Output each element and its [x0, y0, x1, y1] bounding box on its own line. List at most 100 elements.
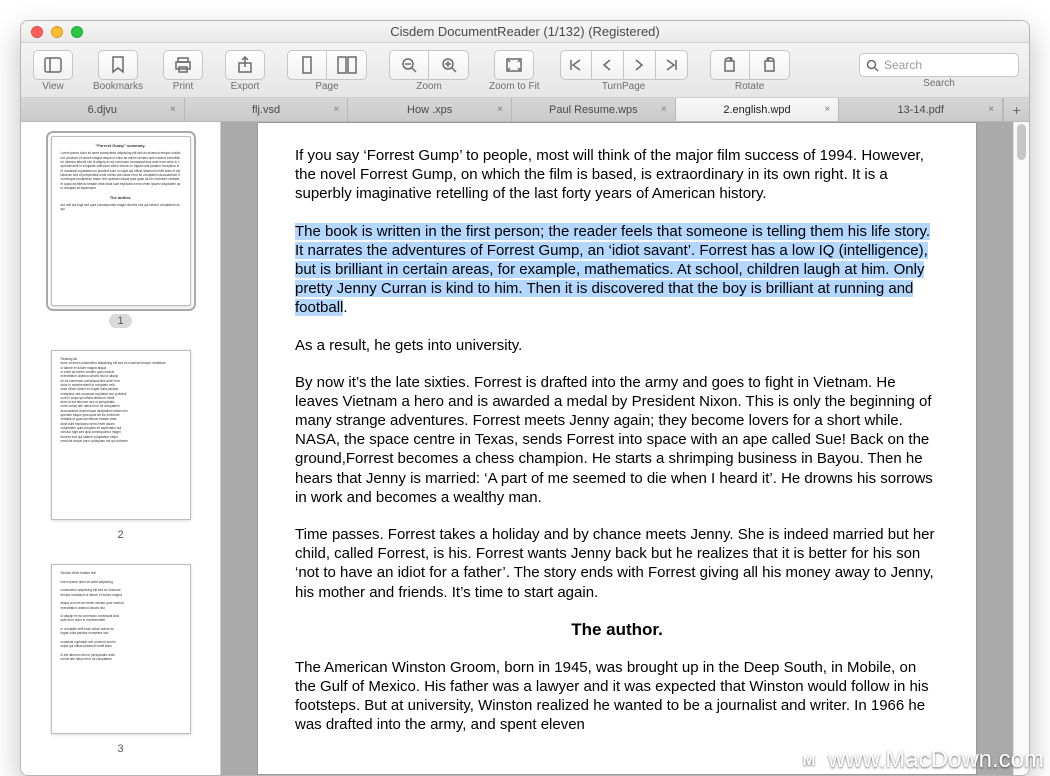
- export-label: Export: [231, 81, 260, 92]
- thumbnail-page-3[interactable]: Section three header textlorem ipsum dol…: [51, 564, 191, 734]
- view-group: View: [31, 50, 75, 92]
- window-title: Cisdem DocumentReader (1/132) (Registere…: [21, 24, 1029, 39]
- thumbnail-item[interactable]: Section three header textlorem ipsum dol…: [21, 564, 220, 756]
- close-tab-icon[interactable]: ×: [661, 104, 667, 115]
- thumbnail-page-2[interactable]: Reading listdolor sit amet consectetur a…: [51, 350, 191, 520]
- paragraph-4: By now it’s the late sixties. Forrest is…: [295, 373, 939, 507]
- selected-text: The book is written in the first person;…: [295, 223, 930, 317]
- page-single-button[interactable]: [287, 50, 327, 80]
- double-page-icon: [337, 56, 357, 74]
- zoom-in-button[interactable]: [429, 50, 469, 80]
- search-group: Search Search: [859, 53, 1019, 89]
- bookmarks-group: Bookmarks: [93, 50, 143, 92]
- close-tab-icon[interactable]: ×: [825, 104, 831, 115]
- paragraph-6: The American Winston Groom, born in 1945…: [295, 658, 939, 735]
- search-placeholder: Search: [884, 58, 922, 72]
- zoom-label: Zoom: [416, 81, 442, 92]
- tab-2-english[interactable]: 2.english.wpd ×: [676, 98, 840, 121]
- rotate-right-icon: [760, 57, 778, 73]
- last-page-icon: [664, 58, 678, 72]
- close-tab-icon[interactable]: ×: [334, 104, 340, 115]
- bookmark-icon: [111, 56, 125, 74]
- zoom-out-icon: [400, 56, 418, 74]
- thumbnail-item[interactable]: Reading listdolor sit amet consectetur a…: [21, 350, 220, 542]
- print-icon: [174, 57, 192, 73]
- thumbnail-item[interactable]: "Forrest Gump" summary.Lorem ipsum dolor…: [21, 136, 220, 328]
- tab-label: flj.vsd: [252, 104, 280, 116]
- turnpage-label: TurnPage: [602, 81, 646, 92]
- paragraph-2: The book is written in the first person;…: [295, 222, 939, 318]
- tab-flj-vsd[interactable]: flj.vsd ×: [185, 98, 349, 121]
- vertical-scrollbar[interactable]: [1013, 122, 1029, 775]
- app-window: Cisdem DocumentReader (1/132) (Registere…: [20, 20, 1030, 776]
- thumbnail-number: 1: [109, 314, 131, 328]
- search-input[interactable]: Search: [859, 53, 1019, 77]
- tab-label: How .xps: [407, 104, 452, 116]
- search-icon: [866, 59, 879, 72]
- zoom-in-icon: [440, 56, 458, 74]
- zoom-group: Zoom: [387, 50, 471, 92]
- toolbar: View Bookmarks Print: [21, 43, 1029, 98]
- thumbnail-page-1[interactable]: "Forrest Gump" summary.Lorem ipsum dolor…: [51, 136, 191, 306]
- search-label: Search: [923, 78, 955, 89]
- document-viewer[interactable]: If you say ‘Forrest Gump’ to people, mos…: [221, 122, 1013, 775]
- next-page-button[interactable]: [624, 50, 656, 80]
- close-tab-icon[interactable]: ×: [170, 104, 176, 115]
- first-page-icon: [569, 58, 583, 72]
- thumbnail-sidebar[interactable]: "Forrest Gump" summary.Lorem ipsum dolor…: [21, 122, 221, 775]
- export-group: Export: [223, 50, 267, 92]
- prev-page-button[interactable]: [592, 50, 624, 80]
- bookmarks-label: Bookmarks: [93, 81, 143, 92]
- sidebar-icon: [44, 57, 62, 73]
- rotate-left-button[interactable]: [710, 50, 750, 80]
- watermark-text: www.MacDown.com: [828, 746, 1044, 774]
- view-label: View: [42, 81, 64, 92]
- thumbnail-number: 2: [109, 528, 131, 542]
- print-label: Print: [173, 81, 194, 92]
- zoom-fit-icon: [505, 57, 523, 73]
- paragraph-3: As a result, he gets into university.: [295, 336, 939, 355]
- tab-label: 6.djvu: [88, 104, 117, 116]
- close-tab-icon[interactable]: ×: [497, 104, 503, 115]
- titlebar: Cisdem DocumentReader (1/132) (Registere…: [21, 21, 1029, 43]
- watermark-logo-icon: M: [796, 747, 822, 773]
- print-group: Print: [161, 50, 205, 92]
- rotate-label: Rotate: [735, 81, 764, 92]
- tab-bar: 6.djvu × flj.vsd × How .xps × Paul Resume.w…: [21, 98, 1029, 122]
- content-area: "Forrest Gump" summary.Lorem ipsum dolor…: [21, 122, 1029, 775]
- turnpage-group: TurnPage: [558, 50, 690, 92]
- export-button[interactable]: [225, 50, 265, 80]
- tab-label: 13-14.pdf: [897, 104, 943, 116]
- rotate-left-icon: [721, 57, 739, 73]
- prev-page-icon: [601, 58, 613, 72]
- rotate-right-button[interactable]: [750, 50, 790, 80]
- tab-label: Paul Resume.wps: [549, 104, 638, 116]
- zoom-fit-group: Zoom to Fit: [489, 50, 540, 92]
- first-page-button[interactable]: [560, 50, 592, 80]
- paragraph-1: If you say ‘Forrest Gump’ to people, mos…: [295, 146, 939, 204]
- new-tab-button[interactable]: +: [1003, 98, 1029, 121]
- tab-6-djvu[interactable]: 6.djvu ×: [21, 98, 185, 121]
- page-label: Page: [315, 81, 338, 92]
- tab-how-xps[interactable]: How .xps ×: [348, 98, 512, 121]
- rotate-group: Rotate: [708, 50, 792, 92]
- tab-13-14-pdf[interactable]: 13-14.pdf ×: [839, 98, 1003, 121]
- bookmarks-button[interactable]: [98, 50, 138, 80]
- heading-author: The author.: [295, 620, 939, 640]
- tab-paul-resume[interactable]: Paul Resume.wps ×: [512, 98, 676, 121]
- print-button[interactable]: [163, 50, 203, 80]
- close-tab-icon[interactable]: ×: [988, 104, 994, 115]
- next-page-icon: [633, 58, 645, 72]
- zoom-fit-label: Zoom to Fit: [489, 81, 540, 92]
- zoom-to-fit-button[interactable]: [494, 50, 534, 80]
- scroll-thumb[interactable]: [1017, 124, 1026, 160]
- view-button[interactable]: [33, 50, 73, 80]
- zoom-out-button[interactable]: [389, 50, 429, 80]
- thumbnail-number: 3: [109, 742, 131, 756]
- last-page-button[interactable]: [656, 50, 688, 80]
- document-page[interactable]: If you say ‘Forrest Gump’ to people, mos…: [257, 122, 977, 775]
- tab-label: 2.english.wpd: [723, 104, 790, 116]
- page-double-button[interactable]: [327, 50, 367, 80]
- single-page-icon: [300, 56, 314, 74]
- export-icon: [236, 56, 254, 74]
